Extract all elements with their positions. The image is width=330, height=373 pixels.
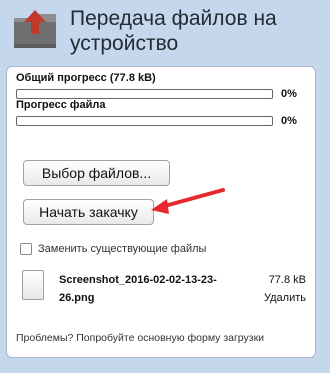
header: Передача файлов на устройство bbox=[0, 0, 330, 62]
total-progress-label: Общий прогресс (77.8 kB) bbox=[16, 72, 156, 84]
upload-panel: Общий прогресс (77.8 kB) 0% Прогресс фай… bbox=[6, 66, 316, 358]
folder-upload-icon bbox=[12, 8, 58, 50]
file-progress-percent: 0% bbox=[281, 115, 297, 127]
file-progress-bar bbox=[16, 116, 273, 126]
start-upload-button[interactable]: Начать закачку bbox=[23, 199, 154, 225]
total-progress-percent: 0% bbox=[281, 88, 297, 100]
total-progress-bar bbox=[16, 89, 273, 99]
file-size: 77.8 kB bbox=[268, 274, 306, 286]
file-name: Screenshot_2016-02-02-13-23-26.png bbox=[59, 274, 217, 304]
delete-file-link[interactable]: Удалить bbox=[264, 289, 306, 307]
file-progress-label: Прогресс файла bbox=[16, 99, 106, 111]
footer-help-text[interactable]: Проблемы? Попробуйте основную форму загр… bbox=[16, 332, 264, 344]
replace-existing-option[interactable]: Заменить существующие файлы bbox=[20, 243, 207, 256]
red-arrow-annotation bbox=[151, 188, 225, 214]
file-icon bbox=[22, 270, 44, 300]
replace-existing-label: Заменить существующие файлы bbox=[38, 243, 207, 256]
page-title: Передача файлов на устройство bbox=[70, 7, 277, 55]
select-files-button[interactable]: Выбор файлов... bbox=[23, 160, 170, 186]
replace-existing-checkbox[interactable] bbox=[20, 243, 32, 256]
